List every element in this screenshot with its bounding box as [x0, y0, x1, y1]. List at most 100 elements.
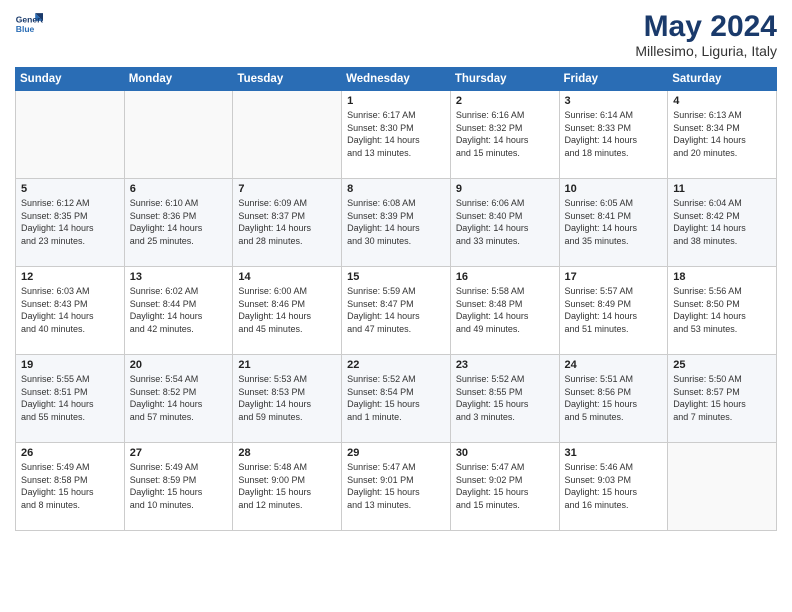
day-info: Sunrise: 6:08 AM Sunset: 8:39 PM Dayligh… [347, 197, 445, 247]
day-info: Sunrise: 6:16 AM Sunset: 8:32 PM Dayligh… [456, 109, 554, 159]
day-info: Sunrise: 5:59 AM Sunset: 8:47 PM Dayligh… [347, 285, 445, 335]
calendar-cell: 12 Sunrise: 6:03 AM Sunset: 8:43 PM Dayli… [16, 267, 125, 355]
title-block: May 2024 Millesimo, Liguria, Italy [635, 10, 777, 59]
calendar-cell: 31 Sunrise: 5:46 AM Sunset: 9:03 PM Dayli… [559, 443, 668, 531]
day-number: 3 [565, 95, 663, 107]
calendar-cell: 2Sunrise: 6:16 AM Sunset: 8:32 PM Daylig… [450, 91, 559, 179]
day-info: Sunrise: 5:55 AM Sunset: 8:51 PM Dayligh… [21, 373, 119, 423]
svg-text:General: General [16, 14, 43, 24]
day-info: Sunrise: 6:12 AM Sunset: 8:35 PM Dayligh… [21, 197, 119, 247]
day-info: Sunrise: 6:09 AM Sunset: 8:37 PM Dayligh… [238, 197, 336, 247]
day-number: 19 [21, 359, 119, 371]
calendar-cell: 7 Sunrise: 6:09 AM Sunset: 8:37 PM Daylig… [233, 179, 342, 267]
calendar-cell [124, 91, 233, 179]
day-info: Sunrise: 5:48 AM Sunset: 9:00 PM Dayligh… [238, 461, 336, 511]
calendar-cell [233, 91, 342, 179]
calendar-cell: 29 Sunrise: 5:47 AM Sunset: 9:01 PM Dayli… [342, 443, 451, 531]
calendar-header-row: Sunday Monday Tuesday Wednesday Thursday… [16, 68, 777, 91]
day-info: Sunrise: 6:17 AM Sunset: 8:30 PM Dayligh… [347, 109, 445, 159]
calendar-cell: 18 Sunrise: 5:56 AM Sunset: 8:50 PM Dayli… [668, 267, 777, 355]
calendar-cell: 24 Sunrise: 5:51 AM Sunset: 8:56 PM Dayli… [559, 355, 668, 443]
day-number: 4 [673, 95, 771, 107]
day-number: 17 [565, 271, 663, 283]
calendar-cell: 10 Sunrise: 6:05 AM Sunset: 8:41 PM Dayli… [559, 179, 668, 267]
col-wednesday: Wednesday [342, 68, 451, 91]
day-info: Sunrise: 6:06 AM Sunset: 8:40 PM Dayligh… [456, 197, 554, 247]
calendar-cell: 28 Sunrise: 5:48 AM Sunset: 9:00 PM Dayli… [233, 443, 342, 531]
calendar-cell: 25Sunrise: 5:50 AM Sunset: 8:57 PM Dayli… [668, 355, 777, 443]
day-info: Sunrise: 5:56 AM Sunset: 8:50 PM Dayligh… [673, 285, 771, 335]
day-info: Sunrise: 6:03 AM Sunset: 8:43 PM Dayligh… [21, 285, 119, 335]
day-info: Sunrise: 5:51 AM Sunset: 8:56 PM Dayligh… [565, 373, 663, 423]
day-info: Sunrise: 5:52 AM Sunset: 8:54 PM Dayligh… [347, 373, 445, 423]
day-number: 31 [565, 447, 663, 459]
calendar-cell: 19 Sunrise: 5:55 AM Sunset: 8:51 PM Dayli… [16, 355, 125, 443]
day-number: 15 [347, 271, 445, 283]
svg-text:Blue: Blue [16, 24, 35, 34]
calendar-cell [668, 443, 777, 531]
day-number: 24 [565, 359, 663, 371]
day-info: Sunrise: 6:05 AM Sunset: 8:41 PM Dayligh… [565, 197, 663, 247]
day-number: 18 [673, 271, 771, 283]
day-number: 13 [130, 271, 228, 283]
col-thursday: Thursday [450, 68, 559, 91]
day-info: Sunrise: 6:10 AM Sunset: 8:36 PM Dayligh… [130, 197, 228, 247]
day-info: Sunrise: 5:47 AM Sunset: 9:01 PM Dayligh… [347, 461, 445, 511]
calendar-cell: 30 Sunrise: 5:47 AM Sunset: 9:02 PM Dayli… [450, 443, 559, 531]
col-saturday: Saturday [668, 68, 777, 91]
calendar-week-2: 5 Sunrise: 6:12 AM Sunset: 8:35 PM Daylig… [16, 179, 777, 267]
day-number: 7 [238, 183, 336, 195]
calendar-cell: 26Sunrise: 5:49 AM Sunset: 8:58 PM Dayli… [16, 443, 125, 531]
page: General Blue May 2024 Millesimo, Liguria… [0, 0, 792, 612]
day-number: 27 [130, 447, 228, 459]
calendar-cell: 6 Sunrise: 6:10 AM Sunset: 8:36 PM Daylig… [124, 179, 233, 267]
day-info: Sunrise: 5:46 AM Sunset: 9:03 PM Dayligh… [565, 461, 663, 511]
calendar-cell: 22 Sunrise: 5:52 AM Sunset: 8:54 PM Dayli… [342, 355, 451, 443]
day-number: 1 [347, 95, 445, 107]
day-number: 6 [130, 183, 228, 195]
day-number: 9 [456, 183, 554, 195]
header: General Blue May 2024 Millesimo, Liguria… [15, 10, 777, 59]
day-number: 12 [21, 271, 119, 283]
calendar-subtitle: Millesimo, Liguria, Italy [635, 43, 777, 59]
calendar-cell: 17Sunrise: 5:57 AM Sunset: 8:49 PM Dayli… [559, 267, 668, 355]
calendar-cell: 5 Sunrise: 6:12 AM Sunset: 8:35 PM Daylig… [16, 179, 125, 267]
day-info: Sunrise: 5:58 AM Sunset: 8:48 PM Dayligh… [456, 285, 554, 335]
col-monday: Monday [124, 68, 233, 91]
calendar-week-3: 12 Sunrise: 6:03 AM Sunset: 8:43 PM Dayli… [16, 267, 777, 355]
day-number: 5 [21, 183, 119, 195]
calendar-table: Sunday Monday Tuesday Wednesday Thursday… [15, 67, 777, 531]
calendar-title: May 2024 [635, 10, 777, 43]
day-info: Sunrise: 6:00 AM Sunset: 8:46 PM Dayligh… [238, 285, 336, 335]
calendar-week-1: 1 Sunrise: 6:17 AM Sunset: 8:30 PM Daylig… [16, 91, 777, 179]
day-number: 26 [21, 447, 119, 459]
calendar-week-4: 19 Sunrise: 5:55 AM Sunset: 8:51 PM Dayli… [16, 355, 777, 443]
day-number: 11 [673, 183, 771, 195]
day-number: 10 [565, 183, 663, 195]
calendar-cell: 4Sunrise: 6:13 AM Sunset: 8:34 PM Daylig… [668, 91, 777, 179]
calendar-cell: 20Sunrise: 5:54 AM Sunset: 8:52 PM Dayli… [124, 355, 233, 443]
day-number: 22 [347, 359, 445, 371]
day-info: Sunrise: 5:49 AM Sunset: 8:59 PM Dayligh… [130, 461, 228, 511]
day-number: 14 [238, 271, 336, 283]
day-info: Sunrise: 5:47 AM Sunset: 9:02 PM Dayligh… [456, 461, 554, 511]
col-tuesday: Tuesday [233, 68, 342, 91]
col-sunday: Sunday [16, 68, 125, 91]
calendar-cell: 9 Sunrise: 6:06 AM Sunset: 8:40 PM Daylig… [450, 179, 559, 267]
day-number: 8 [347, 183, 445, 195]
calendar-week-5: 26Sunrise: 5:49 AM Sunset: 8:58 PM Dayli… [16, 443, 777, 531]
logo-icon: General Blue [15, 10, 43, 38]
calendar-cell: 27 Sunrise: 5:49 AM Sunset: 8:59 PM Dayli… [124, 443, 233, 531]
calendar-cell: 21Sunrise: 5:53 AM Sunset: 8:53 PM Dayli… [233, 355, 342, 443]
day-number: 25 [673, 359, 771, 371]
calendar-cell: 15 Sunrise: 5:59 AM Sunset: 8:47 PM Dayli… [342, 267, 451, 355]
day-info: Sunrise: 6:04 AM Sunset: 8:42 PM Dayligh… [673, 197, 771, 247]
day-info: Sunrise: 5:53 AM Sunset: 8:53 PM Dayligh… [238, 373, 336, 423]
day-number: 28 [238, 447, 336, 459]
calendar-cell: 11 Sunrise: 6:04 AM Sunset: 8:42 PM Dayli… [668, 179, 777, 267]
calendar-cell: 3Sunrise: 6:14 AM Sunset: 8:33 PM Daylig… [559, 91, 668, 179]
day-info: Sunrise: 5:54 AM Sunset: 8:52 PM Dayligh… [130, 373, 228, 423]
day-number: 30 [456, 447, 554, 459]
day-info: Sunrise: 5:52 AM Sunset: 8:55 PM Dayligh… [456, 373, 554, 423]
day-number: 29 [347, 447, 445, 459]
